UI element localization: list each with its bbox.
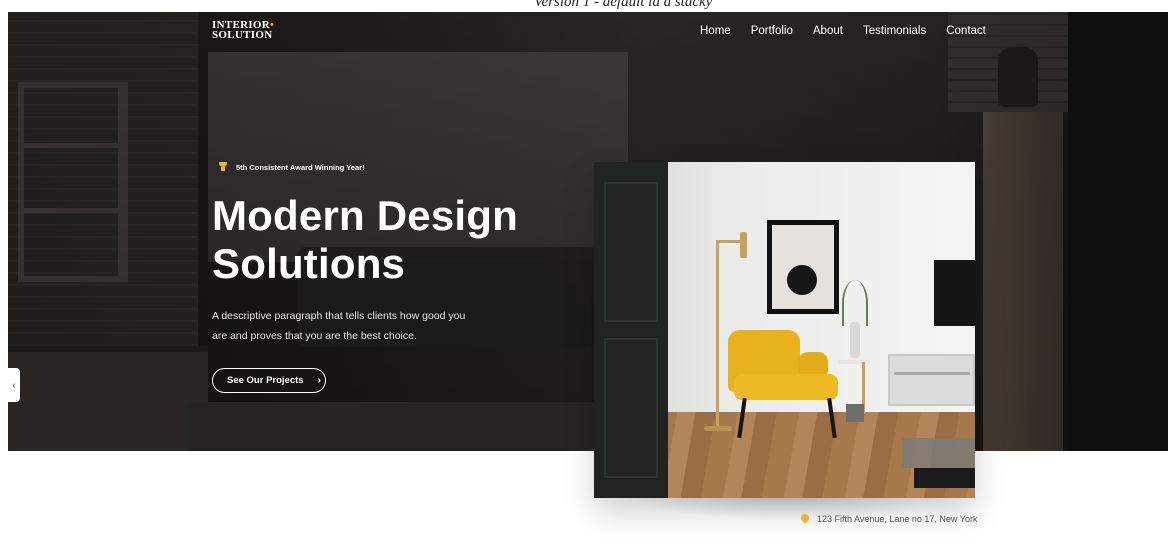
award-text: 5th Consistent Award Winning Year! xyxy=(236,162,365,172)
photo-wall-art xyxy=(767,220,839,314)
hero-paragraph: A descriptive paragraph that tells clien… xyxy=(212,310,466,342)
photo-vase xyxy=(850,322,860,358)
photo-rug-dark xyxy=(914,468,975,488)
photo-armchair-seat xyxy=(734,374,838,400)
hero-background-pot xyxy=(998,47,1038,107)
photo-console-shelf xyxy=(894,372,970,375)
address-line: 123 Fifth Avenue, Lane no 17, New York xyxy=(801,514,977,524)
hero-background-floor xyxy=(188,402,608,451)
chevron-right-icon: › xyxy=(317,375,321,386)
hero-section xyxy=(8,12,1168,451)
hero-headline: Modern Design Solutions xyxy=(212,192,518,288)
photo-wall-art-canvas xyxy=(772,225,834,309)
top-strip: Version 1 - default la a stacky xyxy=(0,0,1168,12)
photo-console xyxy=(888,354,975,406)
nav-link-about[interactable]: About xyxy=(813,25,843,37)
hero-background-wood-panel xyxy=(983,112,1063,451)
photo-side-table xyxy=(838,360,870,364)
award-badge: 5th Consistent Award Winning Year! xyxy=(218,162,365,172)
photo-door-panel xyxy=(604,182,658,322)
location-pin-icon xyxy=(801,514,809,524)
photo-rug xyxy=(902,438,975,468)
logo-line-2: SOLUTION xyxy=(212,29,273,41)
see-our-projects-button[interactable]: See Our Projects › xyxy=(212,368,326,393)
photo-lamp-head xyxy=(740,232,747,258)
nav-link-home[interactable]: Home xyxy=(700,25,731,37)
hero-background-dark-edge xyxy=(1068,12,1168,451)
nav-link-portfolio[interactable]: Portfolio xyxy=(751,25,793,37)
slider-prev-button[interactable]: ‹ xyxy=(8,368,20,402)
photo-stool xyxy=(846,404,864,422)
photo-plant xyxy=(842,280,868,326)
hero-background-shelf xyxy=(18,82,128,282)
featured-interior-photo xyxy=(594,162,975,498)
photo-tv xyxy=(934,260,975,326)
see-our-projects-label: See Our Projects xyxy=(227,375,304,386)
photo-lamp-base xyxy=(704,426,732,431)
hero-background-cabinet xyxy=(8,352,208,451)
address-text: 123 Fifth Avenue, Lane no 17, New York xyxy=(817,514,978,524)
hero-headline-line-2: Solutions xyxy=(212,240,406,287)
chevron-left-icon: ‹ xyxy=(12,379,16,391)
top-caption: Version 1 - default la a stacky xyxy=(534,0,713,10)
trophy-icon xyxy=(218,162,228,172)
hero-headline-line-1: Modern Design xyxy=(212,192,518,239)
brand-logo[interactable]: INTERIOR• SOLUTION xyxy=(212,20,274,41)
photo-wall-art-circle xyxy=(787,265,817,295)
nav-link-testimonials[interactable]: Testimonials xyxy=(863,25,926,37)
photo-door-panel xyxy=(604,338,658,478)
main-nav: Home Portfolio About Testimonials Contac… xyxy=(700,25,986,37)
nav-link-contact[interactable]: Contact xyxy=(946,25,986,37)
photo-lamp-pole xyxy=(716,240,719,428)
